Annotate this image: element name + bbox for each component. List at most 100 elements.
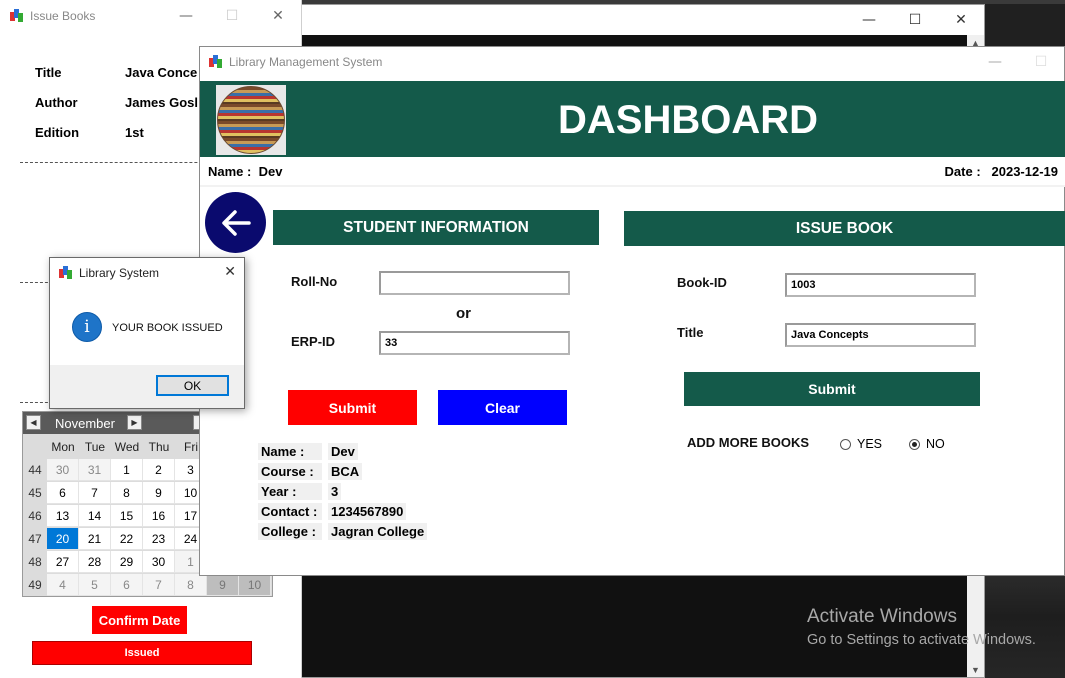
minimize-icon[interactable]: — <box>846 5 892 35</box>
student-course-label: Course : <box>258 463 322 480</box>
day-header: Tue <box>79 436 111 458</box>
book-author-value: James Gosl <box>125 95 198 110</box>
java-app-icon <box>10 9 24 23</box>
week-number: 46 <box>23 505 47 527</box>
calendar-day[interactable]: 6 <box>47 482 79 504</box>
maximize-icon[interactable]: ☐ <box>892 5 938 35</box>
dialog-titlebar: Library System ✕ <box>50 258 244 287</box>
student-name-row: Name : Dev <box>258 443 358 460</box>
clear-button[interactable]: Clear <box>438 390 567 425</box>
student-college-label: College : <box>258 523 322 540</box>
calendar-week-row: 49 4 5 6 7 8 9 10 <box>23 574 271 597</box>
student-name-label: Name : <box>258 443 322 460</box>
radio-icon[interactable] <box>840 438 851 450</box>
date-value: 2023-12-19 <box>991 164 1059 179</box>
issue-submit-button[interactable]: Submit <box>684 372 980 406</box>
issue-books-titlebar: Issue Books — ☐ ✕ <box>0 0 301 32</box>
student-year-row: Year : 3 <box>258 483 342 500</box>
calendar-day[interactable]: 14 <box>79 505 111 527</box>
background-window-titlebar: — ☐ ✕ <box>301 5 984 35</box>
calendar-day[interactable]: 13 <box>47 505 79 527</box>
student-name-value: Dev <box>328 443 358 460</box>
book-title-label: Title <box>677 325 704 340</box>
calendar-day[interactable]: 30 <box>47 459 79 481</box>
calendar-day[interactable]: 2 <box>143 459 175 481</box>
week-number-header <box>23 436 47 458</box>
add-more-no-radio[interactable]: NO <box>909 437 945 451</box>
calendar-day[interactable]: 9 <box>207 574 239 596</box>
day-header: Thu <box>143 436 175 458</box>
java-app-icon <box>59 265 73 280</box>
student-course-value: BCA <box>328 463 363 480</box>
calendar-day[interactable]: 7 <box>143 574 175 596</box>
confirm-date-button[interactable]: Confirm Date <box>92 606 187 634</box>
calendar-day[interactable]: 30 <box>143 551 175 573</box>
ok-button[interactable]: OK <box>156 375 229 396</box>
week-number: 49 <box>23 574 47 596</box>
roll-no-label: Roll-No <box>291 274 338 289</box>
banner-title: DASHBOARD <box>558 98 818 142</box>
calendar-day[interactable]: 8 <box>175 574 207 596</box>
add-more-books-label: ADD MORE BOOKS <box>687 435 810 450</box>
yes-label: YES <box>857 437 883 451</box>
roll-no-input[interactable] <box>379 271 570 295</box>
book-title-label: Title <box>35 65 62 80</box>
book-title-value: Java Conce <box>125 65 198 80</box>
student-submit-button[interactable]: Submit <box>288 390 417 425</box>
calendar-day[interactable]: 7 <box>79 482 111 504</box>
arrow-left-icon <box>221 209 251 236</box>
calendar-day[interactable]: 1 <box>111 459 143 481</box>
calendar-day[interactable]: 22 <box>111 528 143 550</box>
calendar-day[interactable]: 27 <box>47 551 79 573</box>
calendar-day[interactable]: 31 <box>79 459 111 481</box>
scroll-down-icon[interactable]: ▼ <box>971 665 980 675</box>
minimize-icon[interactable]: — <box>972 47 1018 76</box>
book-author-label: Author <box>35 95 78 110</box>
maximize-icon[interactable]: ☐ <box>209 0 255 32</box>
calendar-day[interactable]: 9 <box>143 482 175 504</box>
week-number: 48 <box>23 551 47 573</box>
calendar-day[interactable]: 29 <box>111 551 143 573</box>
close-icon[interactable]: ✕ <box>224 264 236 280</box>
calendar-day[interactable]: 16 <box>143 505 175 527</box>
maximize-icon[interactable]: ☐ <box>1018 47 1064 76</box>
day-header: Mon <box>47 436 79 458</box>
calendar-day[interactable]: 20 <box>47 528 79 550</box>
calendar-month: November <box>55 416 115 431</box>
window-title: Library Management System <box>229 54 383 69</box>
add-more-yes-radio[interactable]: YES <box>840 437 882 451</box>
message-dialog: Library System ✕ i YOUR BOOK ISSUED OK <box>49 257 245 409</box>
calendar-day[interactable]: 4 <box>47 574 79 596</box>
student-year-label: Year : <box>258 483 322 500</box>
or-label: or <box>456 305 471 322</box>
calendar-day[interactable]: 10 <box>239 574 271 596</box>
calendar-day[interactable]: 28 <box>79 551 111 573</box>
calendar-day[interactable]: 23 <box>143 528 175 550</box>
close-icon[interactable]: ✕ <box>255 0 301 32</box>
book-title-row: Title Java Conce <box>35 65 197 80</box>
book-id-input[interactable]: 1003 <box>785 273 976 297</box>
name-value: Dev <box>258 164 283 179</box>
dashboard-window: Library Management System — ☐ DASHBOARD … <box>199 46 1065 576</box>
calendar-day[interactable]: 6 <box>111 574 143 596</box>
prev-month-icon[interactable]: ◀ <box>26 415 41 430</box>
calendar-day[interactable]: 5 <box>79 574 111 596</box>
day-header: Wed <box>111 436 143 458</box>
calendar-day[interactable]: 8 <box>111 482 143 504</box>
java-app-icon <box>209 54 223 69</box>
minimize-icon[interactable]: — <box>163 0 209 32</box>
issued-button[interactable]: Issued <box>32 641 252 665</box>
watermark-line1: Activate Windows <box>807 606 957 627</box>
book-title-input[interactable]: Java Concepts <box>785 323 976 347</box>
calendar-day[interactable]: 15 <box>111 505 143 527</box>
calendar-day[interactable]: 21 <box>79 528 111 550</box>
next-month-icon[interactable]: ▶ <box>127 415 142 430</box>
close-icon[interactable]: ✕ <box>938 5 984 35</box>
radio-selected-icon[interactable] <box>909 438 920 450</box>
back-button[interactable] <box>205 192 266 253</box>
week-number: 45 <box>23 482 47 504</box>
erp-id-input[interactable]: 33 <box>379 331 570 355</box>
issue-book-header: ISSUE BOOK <box>624 211 1065 246</box>
student-information-header: STUDENT INFORMATION <box>273 210 599 245</box>
date-label: Date : <box>944 164 981 179</box>
